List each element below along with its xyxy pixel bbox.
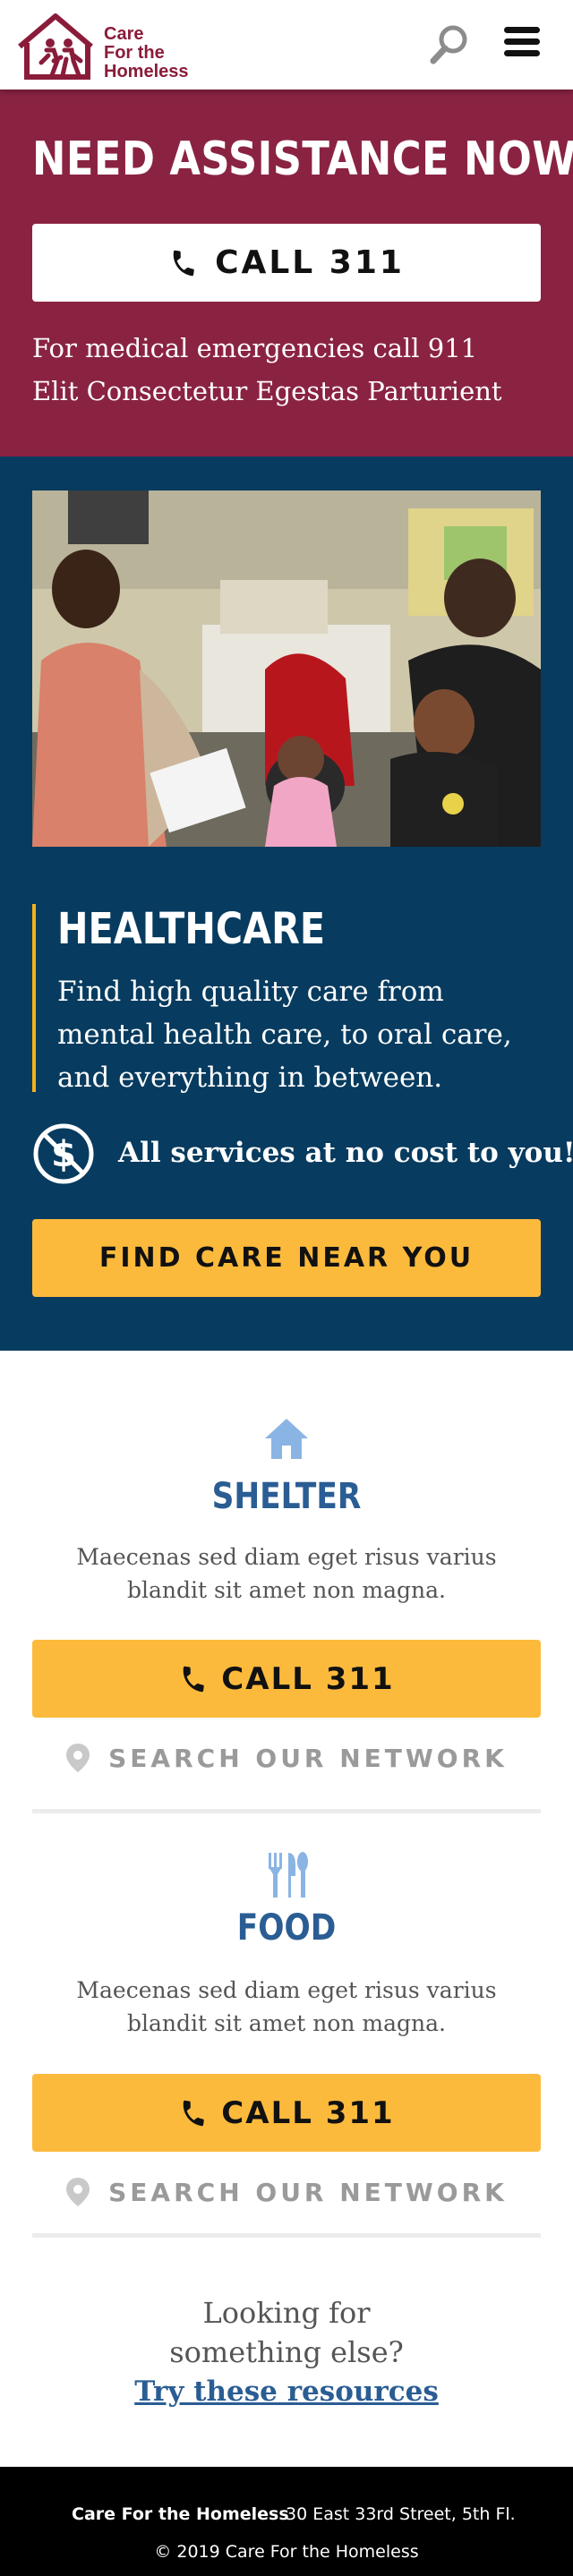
no-cost-banner: $ All services at no cost to you! [32, 1122, 573, 1185]
phone-icon [173, 250, 194, 276]
healthcare-description: Find high quality care from mental healt… [57, 976, 512, 1094]
food-call-311-button[interactable]: CALL 311 [32, 2074, 541, 2152]
healthcare-section: HEALTHCARE Find high quality care from m… [0, 456, 573, 1351]
healthcare-title: HEALTHCARE [57, 904, 326, 954]
map-pin-icon [66, 1744, 90, 1772]
section-divider [32, 1809, 541, 1813]
menu-bar [504, 50, 540, 56]
shelter-title: SHELTER [211, 1476, 362, 1517]
shelter-network-label: SEARCH OUR NETWORK [108, 1743, 508, 1773]
healthcare-info: HEALTHCARE Find high quality care from m… [32, 904, 541, 1094]
food-search-network-link[interactable]: SEARCH OUR NETWORK [0, 2170, 573, 2214]
food-network-label: SEARCH OUR NETWORK [108, 2177, 508, 2207]
site-header: Care For the Homeless [0, 0, 573, 90]
food-description: Maecenas sed diam eget risus varius blan… [76, 1977, 497, 2036]
logo-line-1: Care [104, 24, 144, 44]
shelter-call-label: CALL 311 [221, 1660, 395, 1697]
healthcare-photo [32, 490, 541, 847]
house-icon [265, 1419, 308, 1459]
food-title: FOOD [236, 1907, 337, 1949]
no-cost-dollar-icon: $ [33, 1123, 94, 1184]
phone-icon [184, 2100, 205, 2126]
assistance-subline: Elit Consectetur Egestas Parturient [32, 376, 502, 406]
food-section: FOOD Maecenas sed diam eget risus varius… [0, 1815, 573, 2263]
search-icon [430, 25, 467, 64]
assistance-section: NEED ASSISTANCE NOW? CALL 311 For medica… [0, 90, 573, 456]
footer-address: 30 East 33rd Street, 5th Fl. [286, 2504, 516, 2524]
logo-line-3: Homeless [104, 62, 189, 81]
no-cost-text: All services at no cost to you! [118, 1137, 573, 1169]
resources-link[interactable]: Try these resources [0, 2376, 573, 2408]
map-pin-icon [66, 2178, 90, 2206]
footer-org-name: Care For the Homeless [72, 2504, 289, 2524]
find-care-button[interactable]: FIND CARE NEAR YOU [32, 1219, 541, 1297]
shelter-call-311-button[interactable]: CALL 311 [32, 1640, 541, 1718]
logo-house-icon [18, 13, 93, 80]
shelter-section: SHELTER Maecenas sed diam eget risus var… [0, 1351, 573, 1815]
menu-bar [504, 38, 540, 45]
assistance-text: For medical emergencies call 911 Elit Co… [32, 327, 552, 413]
section-divider [32, 2233, 541, 2238]
footer-copyright: © 2019 Care For the Homeless [154, 2542, 419, 2562]
site-footer: Care For the Homeless 30 East 33rd Stree… [0, 2467, 573, 2576]
menu-bar [504, 27, 540, 33]
emergency-line: For medical emergencies call 911 [32, 333, 478, 363]
call-311-label: CALL 311 [215, 244, 405, 281]
looking-line-2: something else? [169, 2335, 404, 2369]
logo-line-2: For the [104, 43, 165, 63]
looking-for-text: Looking for something else? [0, 2293, 573, 2372]
hamburger-menu-icon[interactable] [504, 27, 540, 63]
logo[interactable]: Care For the Homeless [16, 11, 213, 81]
looking-line-1: Looking for [202, 2296, 371, 2330]
shelter-description: Maecenas sed diam eget risus varius blan… [76, 1544, 497, 1603]
assistance-heading: NEED ASSISTANCE NOW? [32, 132, 573, 186]
call-311-button[interactable]: CALL 311 [32, 224, 541, 302]
utensils-icon [269, 1852, 308, 1898]
phone-icon [184, 1666, 205, 1692]
logo-text: Care For the Homeless [104, 25, 189, 81]
shelter-search-network-link[interactable]: SEARCH OUR NETWORK [0, 1736, 573, 1780]
search-button[interactable] [428, 23, 471, 66]
food-call-label: CALL 311 [221, 2094, 395, 2131]
